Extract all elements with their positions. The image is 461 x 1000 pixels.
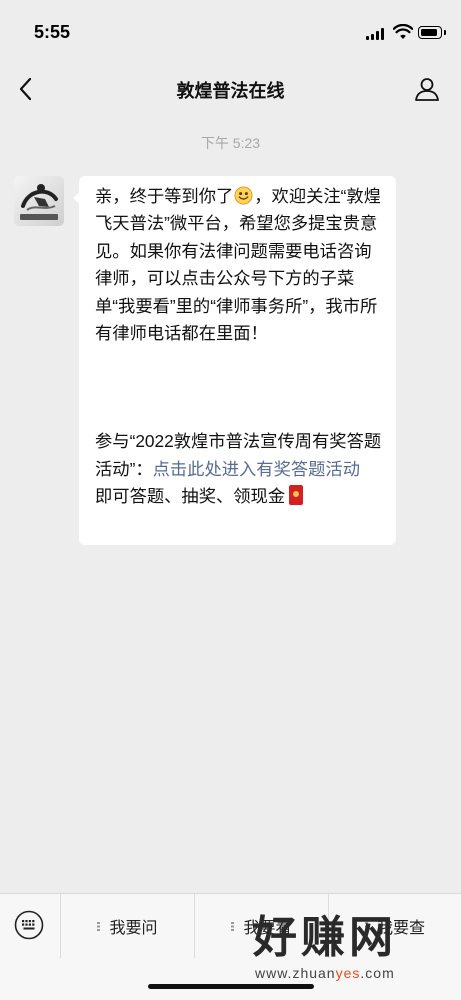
red-envelope-emoji-icon — [289, 485, 304, 506]
wifi-icon — [393, 24, 413, 39]
keyboard-icon[interactable] — [14, 910, 44, 940]
signal-icon — [366, 27, 386, 40]
bubble-arrow — [73, 192, 80, 204]
quiz-activity-link[interactable]: 点击此处进入有奖答题活动 — [153, 459, 360, 479]
menu-item-view[interactable]: 我要看 — [194, 894, 328, 958]
menu-list-icon — [97, 921, 101, 931]
profile-icon[interactable] — [414, 76, 440, 102]
avatar-caption — [20, 214, 58, 220]
status-bar: 5:55 — [0, 0, 461, 66]
welcome-text-start: 亲，终于等到你了 — [95, 186, 234, 206]
quiz-outro-text: 即可答题、抽奖、领现金 — [95, 486, 286, 507]
status-time: 5:55 — [34, 22, 71, 42]
menu-item-search[interactable]: 我要查 — [328, 894, 461, 958]
battery-cap — [444, 30, 446, 35]
welcome-text-rest: ，欢迎关注“敦煌飞天普法”微平台，希望您多提宝贵意见。如果你有法律问题需要电话咨… — [95, 186, 381, 344]
smile-emoji-icon — [234, 186, 253, 205]
home-indicator — [148, 984, 314, 989]
message-bubble: 亲，终于等到你了 ，欢迎关注“敦煌飞天普法”微平台，希望您多提宝贵意见。如果你有法… — [73, 176, 396, 545]
message-paragraph-quiz: 参与“2022敦煌市普法宣传周有奖答题活动”：点击此处进入有奖答题活动 即可答题… — [95, 428, 382, 510]
nav-bar: 敦煌普法在线 — [0, 66, 461, 114]
battery-icon — [418, 26, 442, 39]
message-timestamp: 下午 5:23 — [200, 135, 261, 151]
menu-item-label: 我要查 — [376, 920, 425, 937]
message-paragraph-welcome: 亲，终于等到你了 ，欢迎关注“敦煌飞天普法”微平台，希望您多提宝贵意见。如果你有法… — [95, 183, 382, 347]
menu-item-label: 我要问 — [109, 920, 158, 937]
page-title: 敦煌普法在线 — [176, 81, 285, 101]
menu-list-icon — [231, 921, 235, 931]
avatar[interactable] — [14, 176, 64, 226]
menu-list-icon — [364, 921, 368, 931]
menu-item-label: 我要看 — [243, 920, 292, 937]
menu-item-ask[interactable]: 我要问 — [60, 894, 194, 958]
